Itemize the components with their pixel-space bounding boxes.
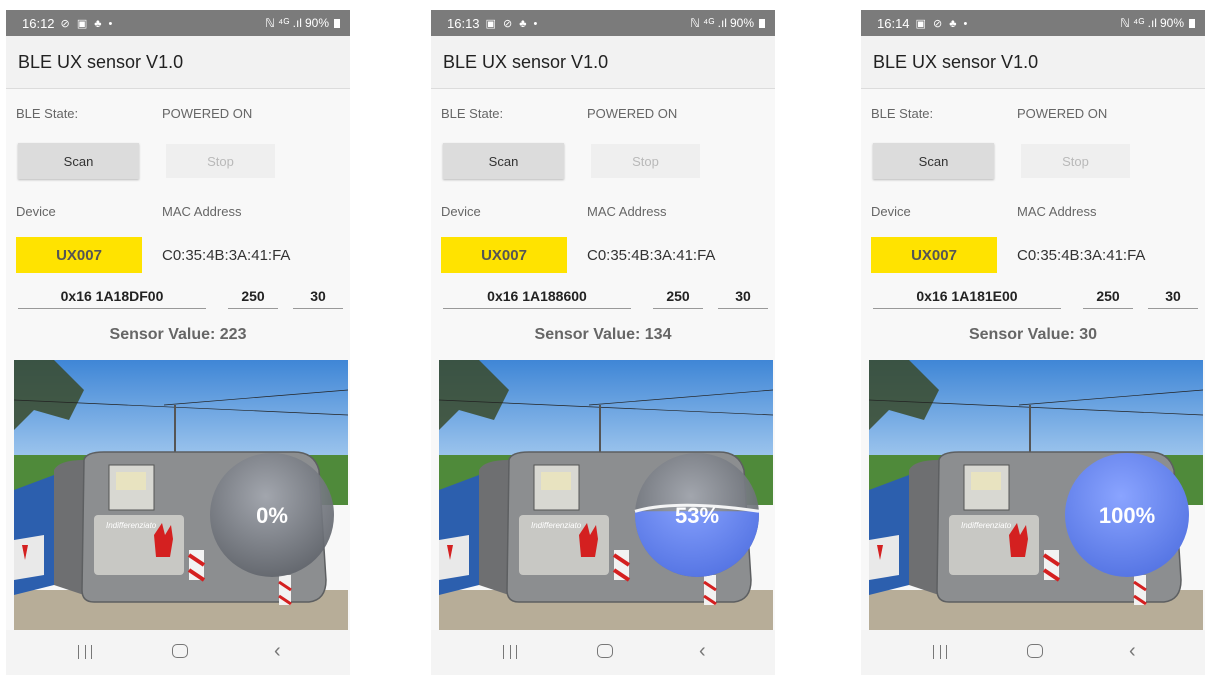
ble-state-label: BLE State:: [441, 106, 504, 121]
recent-apps-icon[interactable]: [503, 645, 517, 659]
stop-button[interactable]: Stop: [166, 144, 275, 178]
back-icon[interactable]: ‹: [699, 640, 706, 663]
battery-icon: [759, 18, 765, 28]
device-item-ux007[interactable]: UX007: [871, 237, 997, 273]
status-right: ℕ ⁴ᴳ .ıl 90%: [690, 16, 765, 30]
stop-button[interactable]: Stop: [591, 144, 700, 178]
status-bar: 16:13 ▣ ⊘ ♣ • ℕ ⁴ᴳ .ıl 90%: [431, 10, 775, 36]
bin-photo: Indifferenziato 0%: [14, 360, 348, 630]
scan-button[interactable]: Scan: [443, 143, 564, 179]
battery-icon: [334, 18, 340, 28]
back-icon[interactable]: ‹: [1129, 640, 1136, 663]
app-bar: BLE UX sensor V1.0: [861, 36, 1205, 89]
bin-label: Indifferenziato: [961, 521, 1012, 530]
battery-level: 90%: [304, 16, 329, 30]
battery-icon: [1189, 18, 1195, 28]
bin-photo: Indifferenziato 53%: [439, 360, 773, 630]
ble-state-value: POWERED ON: [587, 106, 678, 121]
ble-state-label: BLE State:: [871, 106, 934, 121]
bin-photo: Indifferenziato 100%: [869, 360, 1203, 630]
threshold-field[interactable]: 250: [228, 286, 278, 309]
offset-field[interactable]: 30: [293, 286, 343, 309]
app-bar: BLE UX sensor V1.0: [431, 36, 775, 89]
app-title: BLE UX sensor V1.0: [443, 52, 609, 72]
sensor-value: Sensor Value: 134: [534, 326, 672, 343]
scan-button[interactable]: Scan: [18, 143, 139, 179]
bin-scene: Indifferenziato 100%: [869, 360, 1203, 630]
threshold-field[interactable]: 250: [1083, 286, 1133, 309]
mac-address-value: C0:35:4B:3A:41:FA: [162, 247, 291, 264]
mac-address-header: MAC Address: [587, 204, 667, 219]
sensor-value: Sensor Value: 223: [109, 326, 247, 343]
signal-icon: ℕ ⁴ᴳ .ıl: [690, 16, 727, 30]
offset-field[interactable]: 30: [1148, 286, 1198, 309]
offset-field[interactable]: 30: [718, 286, 768, 309]
level-gauge-label: 100%: [1099, 503, 1155, 528]
data-hex-field[interactable]: 0x16 1A188600: [443, 286, 631, 309]
device-header: Device: [16, 204, 56, 219]
ble-state-value: POWERED ON: [1017, 106, 1108, 121]
device-item-ux007[interactable]: UX007: [16, 237, 142, 273]
mac-address-header: MAC Address: [1017, 204, 1097, 219]
nav-bar: ‹: [861, 630, 1205, 675]
scan-button[interactable]: Scan: [873, 143, 994, 179]
nav-bar: ‹: [431, 630, 775, 675]
phone-screen: 16:13 ▣ ⊘ ♣ • ℕ ⁴ᴳ .ıl 90% BLE UX sensor…: [431, 10, 775, 675]
home-icon[interactable]: [597, 644, 613, 658]
mac-address-value: C0:35:4B:3A:41:FA: [587, 247, 716, 264]
app-title: BLE UX sensor V1.0: [18, 52, 184, 72]
status-time: 16:13: [447, 15, 480, 31]
bin-scene: Indifferenziato 0%: [14, 360, 348, 630]
bin-scene: Indifferenziato 53%: [439, 360, 773, 630]
level-gauge-label: 53%: [675, 503, 719, 528]
battery-level: 90%: [1159, 16, 1184, 30]
data-hex-field[interactable]: 0x16 1A18DF00: [18, 286, 206, 309]
ble-state-label: BLE State:: [16, 106, 79, 121]
home-icon[interactable]: [1027, 644, 1043, 658]
device-header: Device: [871, 204, 911, 219]
device-header: Device: [441, 204, 481, 219]
notification-icons: ⊘ ▣ ♣ •: [60, 17, 115, 30]
notification-icons: ▣ ⊘ ♣ •: [485, 17, 540, 30]
signal-icon: ℕ ⁴ᴳ .ıl: [265, 16, 302, 30]
status-bar: 16:12 ⊘ ▣ ♣ • ℕ ⁴ᴳ .ıl 90%: [6, 10, 350, 36]
battery-level: 90%: [729, 16, 754, 30]
bin-label: Indifferenziato: [106, 521, 157, 530]
mac-address-header: MAC Address: [162, 204, 242, 219]
sensor-value: Sensor Value: 30: [968, 326, 1098, 343]
home-icon[interactable]: [172, 644, 188, 658]
app-bar: BLE UX sensor V1.0: [6, 36, 350, 89]
device-item-ux007[interactable]: UX007: [441, 237, 567, 273]
status-bar: 16:14 ▣ ⊘ ♣ • ℕ ⁴ᴳ .ıl 90%: [861, 10, 1205, 36]
ble-state-value: POWERED ON: [162, 106, 253, 121]
recent-apps-icon[interactable]: [933, 645, 947, 659]
threshold-field[interactable]: 250: [653, 286, 703, 309]
notification-icons: ▣ ⊘ ♣ •: [915, 17, 970, 30]
signal-icon: ℕ ⁴ᴳ .ıl: [1120, 16, 1157, 30]
data-hex-field[interactable]: 0x16 1A181E00: [873, 286, 1061, 309]
stop-button[interactable]: Stop: [1021, 144, 1130, 178]
level-gauge-label: 0%: [256, 503, 288, 528]
phone-screen: 16:12 ⊘ ▣ ♣ • ℕ ⁴ᴳ .ıl 90% BLE UX sensor…: [6, 10, 350, 675]
status-right: ℕ ⁴ᴳ .ıl 90%: [1120, 16, 1195, 30]
status-time: 16:14: [877, 15, 910, 31]
recent-apps-icon[interactable]: [78, 645, 92, 659]
phone-screen: 16:14 ▣ ⊘ ♣ • ℕ ⁴ᴳ .ıl 90% BLE UX sensor…: [861, 10, 1205, 675]
bin-label: Indifferenziato: [531, 521, 582, 530]
mac-address-value: C0:35:4B:3A:41:FA: [1017, 247, 1146, 264]
back-icon[interactable]: ‹: [274, 640, 281, 663]
status-right: ℕ ⁴ᴳ .ıl 90%: [265, 16, 340, 30]
nav-bar: ‹: [6, 630, 350, 675]
status-time: 16:12: [22, 15, 55, 31]
app-title: BLE UX sensor V1.0: [873, 52, 1039, 72]
